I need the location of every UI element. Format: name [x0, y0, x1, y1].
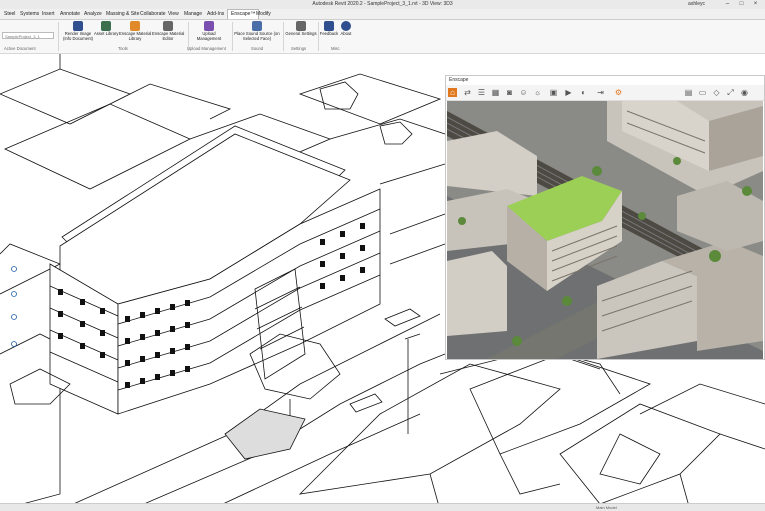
ribbon-panel: SampleProject_3_1 Active Document Render… — [0, 20, 765, 54]
panel-active-document: Active Document — [4, 46, 36, 51]
panel-tools: Tools — [118, 46, 128, 51]
material-library-button[interactable]: Enscape Material Library — [119, 20, 151, 41]
eye-icon[interactable]: ◉ — [740, 88, 749, 97]
user-name[interactable]: ashleyc — [688, 0, 705, 9]
title-bar: Autodesk Revit 2020.2 - SampleProject_3_… — [0, 0, 765, 9]
enscape-viewer-window[interactable]: Enscape ⌂ ⇄ ☰ ▦ ◙ ☺ ☼ ▣ ▶ ◐ ⇥ ⚙ ▤ ▭ ◇ ⤢ … — [445, 75, 765, 360]
tab-modify[interactable]: Modify — [256, 9, 271, 19]
export-icon[interactable]: ⇥ — [596, 88, 605, 97]
tab-enscape[interactable]: Enscape™ — [227, 9, 260, 19]
material-editor-button[interactable]: Enscape Material Editor — [152, 20, 184, 41]
tab-view[interactable]: View — [168, 9, 179, 19]
material-editor-icon — [163, 21, 173, 31]
expand-icon[interactable]: ⤢ — [726, 88, 735, 97]
tab-massing-site[interactable]: Massing & Site — [106, 9, 139, 19]
separator — [232, 22, 233, 51]
ribbon-tabs: Steel Systems Insert Annotate Analyze Ma… — [0, 9, 765, 20]
sun-icon[interactable]: ☼ — [533, 88, 542, 97]
tab-systems[interactable]: Systems — [20, 9, 39, 19]
home-icon[interactable]: ⌂ — [448, 88, 457, 97]
render-image-icon — [73, 21, 83, 31]
mail-icon — [324, 21, 334, 31]
cloud-upload-icon — [204, 21, 214, 31]
general-settings-button[interactable]: General Settings — [285, 20, 317, 36]
speaker-icon — [252, 21, 262, 31]
tab-collaborate[interactable]: Collaborate — [140, 9, 166, 19]
window-title: Autodesk Revit 2020.2 - SampleProject_3_… — [312, 1, 453, 7]
asset-library-icon — [101, 21, 111, 31]
tab-manage[interactable]: Manage — [184, 9, 202, 19]
separator — [283, 22, 284, 51]
place-sound-source-button[interactable]: Place Sound Source (on Selected Face) — [234, 20, 280, 41]
render-image-button[interactable]: Render Image (Info Document) — [60, 20, 96, 41]
video-icon[interactable]: ▶ — [564, 88, 573, 97]
grid-icon[interactable]: ▦ — [491, 88, 500, 97]
minimize-icon[interactable]: – — [724, 1, 731, 8]
screenshot-icon[interactable]: ▣ — [549, 88, 558, 97]
panel-upload-management: Upload Management — [187, 46, 226, 51]
upload-management-button[interactable]: Upload Management — [194, 20, 224, 41]
tab-analyze[interactable]: Analyze — [84, 9, 102, 19]
asset-library-button[interactable]: Asset Library — [94, 20, 118, 36]
layers-icon[interactable]: ▤ — [684, 88, 693, 97]
settings-icon[interactable]: ⚙ — [614, 88, 623, 97]
tab-annotate[interactable]: Annotate — [60, 9, 80, 19]
gear-icon — [296, 21, 306, 31]
material-library-icon — [130, 21, 140, 31]
panel-sound: Sound — [251, 46, 264, 51]
viewer-toolbar: ⌂ ⇄ ☰ ▦ ◙ ☺ ☼ ▣ ▶ ◐ ⇥ ⚙ ▤ ▭ ◇ ⤢ ◉ — [446, 85, 764, 101]
panorama-icon[interactable]: ◐ — [579, 88, 588, 97]
panel-misc: Misc — [331, 46, 340, 51]
feedback-button[interactable]: Feedback — [319, 20, 339, 36]
tab-insert[interactable]: Insert — [42, 9, 55, 19]
about-button[interactable]: About — [338, 20, 354, 36]
cube-icon[interactable]: ◇ — [712, 88, 721, 97]
menu-icon[interactable]: ☰ — [477, 88, 486, 97]
walk-icon[interactable]: ⇄ — [463, 88, 472, 97]
panel-settings: Settings — [291, 46, 307, 51]
maximize-icon[interactable]: □ — [738, 1, 745, 8]
close-icon[interactable]: × — [752, 1, 759, 8]
viewer-title: Enscape — [449, 77, 469, 83]
image-icon[interactable]: ▭ — [698, 88, 707, 97]
people-icon[interactable]: ☺ — [519, 88, 528, 97]
info-icon — [341, 21, 351, 31]
enscape-render-image[interactable] — [447, 101, 763, 359]
car-icon[interactable]: ◙ — [505, 88, 514, 97]
tab-steel[interactable]: Steel — [4, 9, 15, 19]
separator — [58, 22, 59, 51]
tab-add-ins[interactable]: Add-Ins — [207, 9, 224, 19]
active-document-select[interactable]: SampleProject_3_1 — [2, 32, 54, 39]
